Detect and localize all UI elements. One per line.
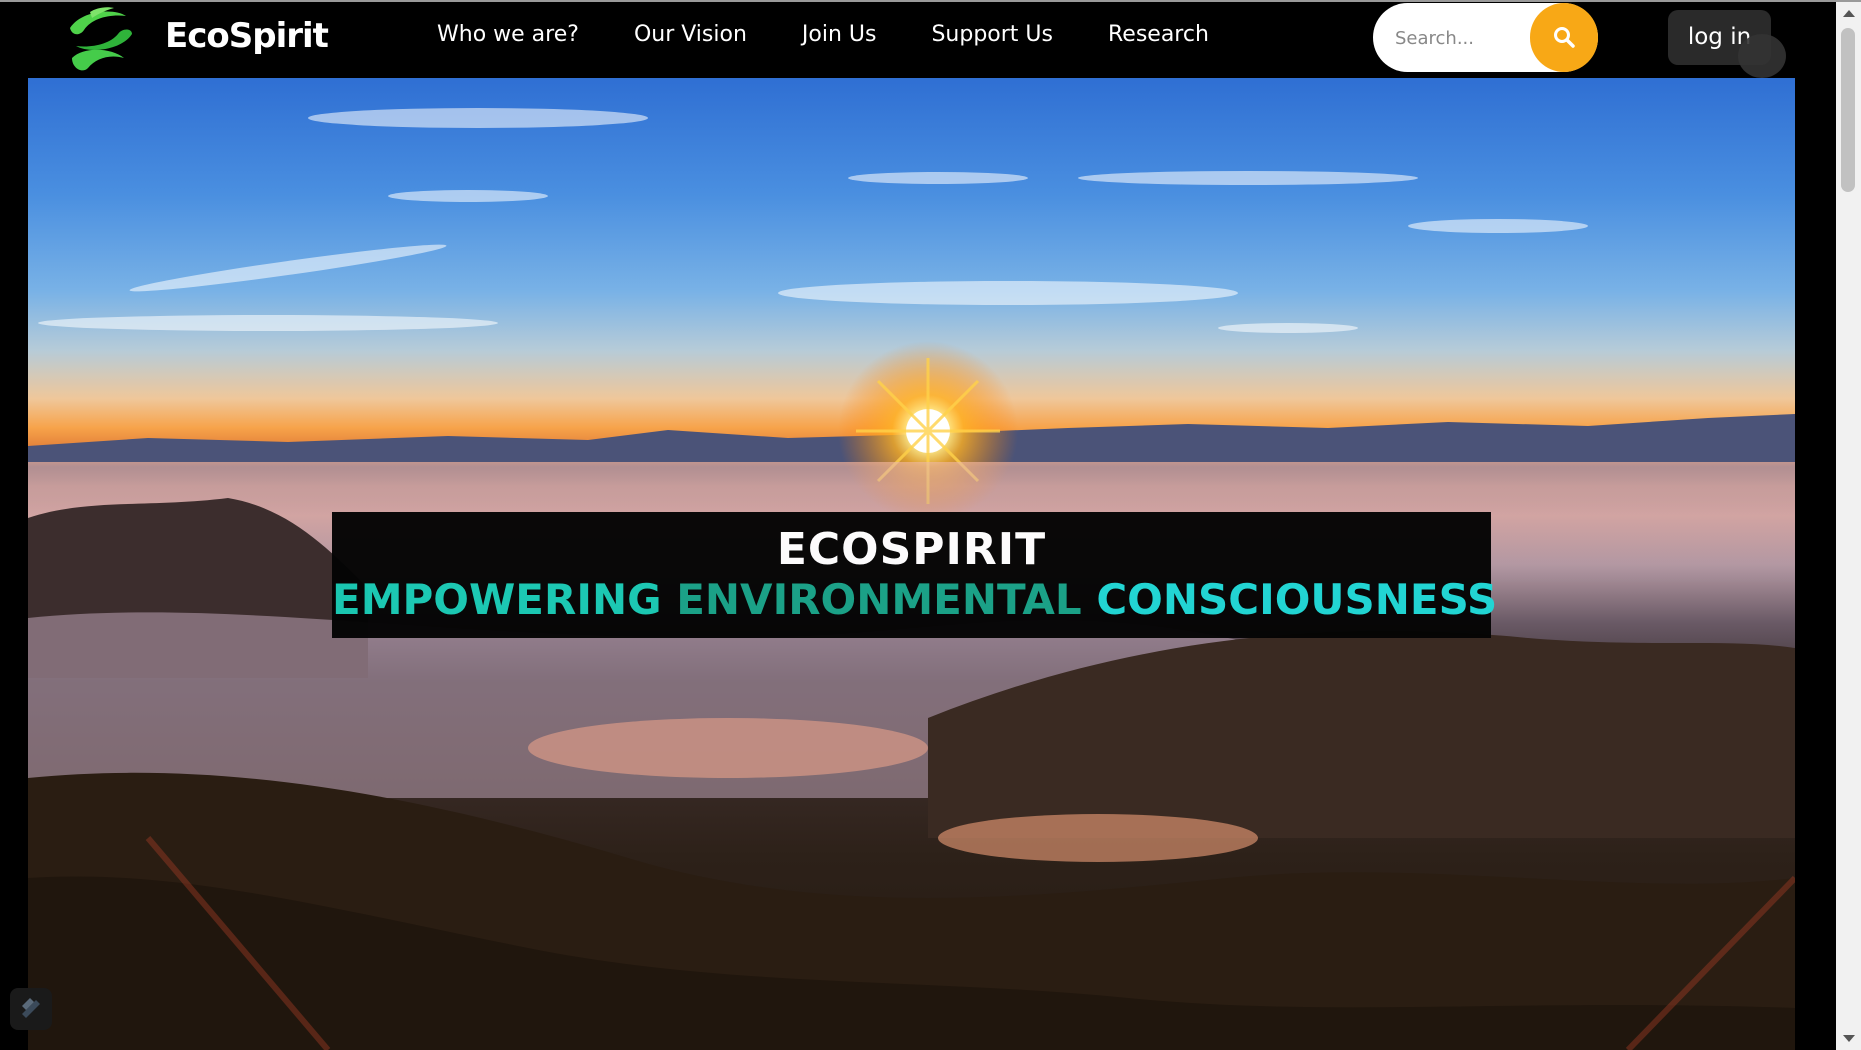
hero-title: ECOSPIRIT: [776, 524, 1047, 575]
navbar: EcoSpirit Who we are? Our Vision Join Us…: [0, 2, 1836, 78]
search-input[interactable]: [1393, 20, 1547, 56]
brand-name[interactable]: EcoSpirit: [165, 16, 329, 56]
search-button[interactable]: [1530, 3, 1598, 72]
scroll-down-arrow-icon[interactable]: [1843, 1035, 1855, 1042]
hero-subtitle-word-2: ENVIRONMENTAL: [676, 575, 1082, 624]
vertical-scrollbar[interactable]: [1836, 2, 1861, 1050]
nav-item-our-vision[interactable]: Our Vision: [634, 22, 747, 47]
main-nav: Who we are? Our Vision Join Us Support U…: [437, 22, 1264, 47]
nav-item-research[interactable]: Research: [1108, 22, 1209, 47]
floating-tool-icon[interactable]: [10, 988, 52, 1030]
scroll-up-arrow-icon[interactable]: [1843, 10, 1855, 17]
nav-item-who-we-are[interactable]: Who we are?: [437, 22, 579, 47]
hero-section: ECOSPIRIT EMPOWERING ENVIRONMENTAL CONSC…: [28, 78, 1795, 1050]
nav-item-support-us[interactable]: Support Us: [931, 22, 1053, 47]
hero-subtitle: EMPOWERING ENVIRONMENTAL CONSCIOUSNESS: [332, 575, 1497, 624]
hero-subtitle-word-1: EMPOWERING: [332, 575, 662, 624]
nav-item-join-us[interactable]: Join Us: [802, 22, 877, 47]
page: EcoSpirit Who we are? Our Vision Join Us…: [0, 0, 1861, 1050]
hero-title-box: ECOSPIRIT EMPOWERING ENVIRONMENTAL CONSC…: [332, 512, 1497, 638]
scrollbar-thumb[interactable]: [1841, 28, 1855, 192]
hero-subtitle-word-3: CONSCIOUSNESS: [1096, 575, 1498, 624]
search-bar: [1373, 3, 1598, 72]
leaf-swirl-icon[interactable]: [62, 6, 138, 78]
cursor-indicator: [1738, 34, 1786, 78]
search-icon: [1554, 27, 1575, 48]
